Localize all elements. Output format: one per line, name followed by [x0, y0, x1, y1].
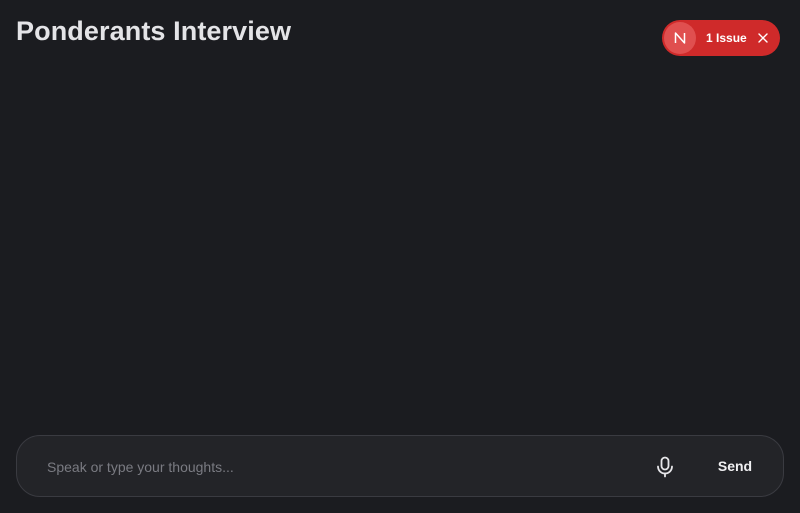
close-icon[interactable]	[755, 30, 771, 46]
page-title: Ponderants Interview	[16, 16, 292, 46]
message-input[interactable]	[45, 452, 629, 482]
interview-page: Ponderants Interview 1 Issue Send	[0, 0, 800, 513]
issues-badge[interactable]: 1 Issue	[662, 20, 780, 56]
microphone-icon[interactable]	[651, 453, 679, 481]
issues-count-label: 1 Issue	[706, 31, 747, 45]
send-button[interactable]: Send	[707, 451, 763, 481]
message-composer: Send	[16, 435, 784, 497]
n-logo-icon	[664, 22, 696, 54]
